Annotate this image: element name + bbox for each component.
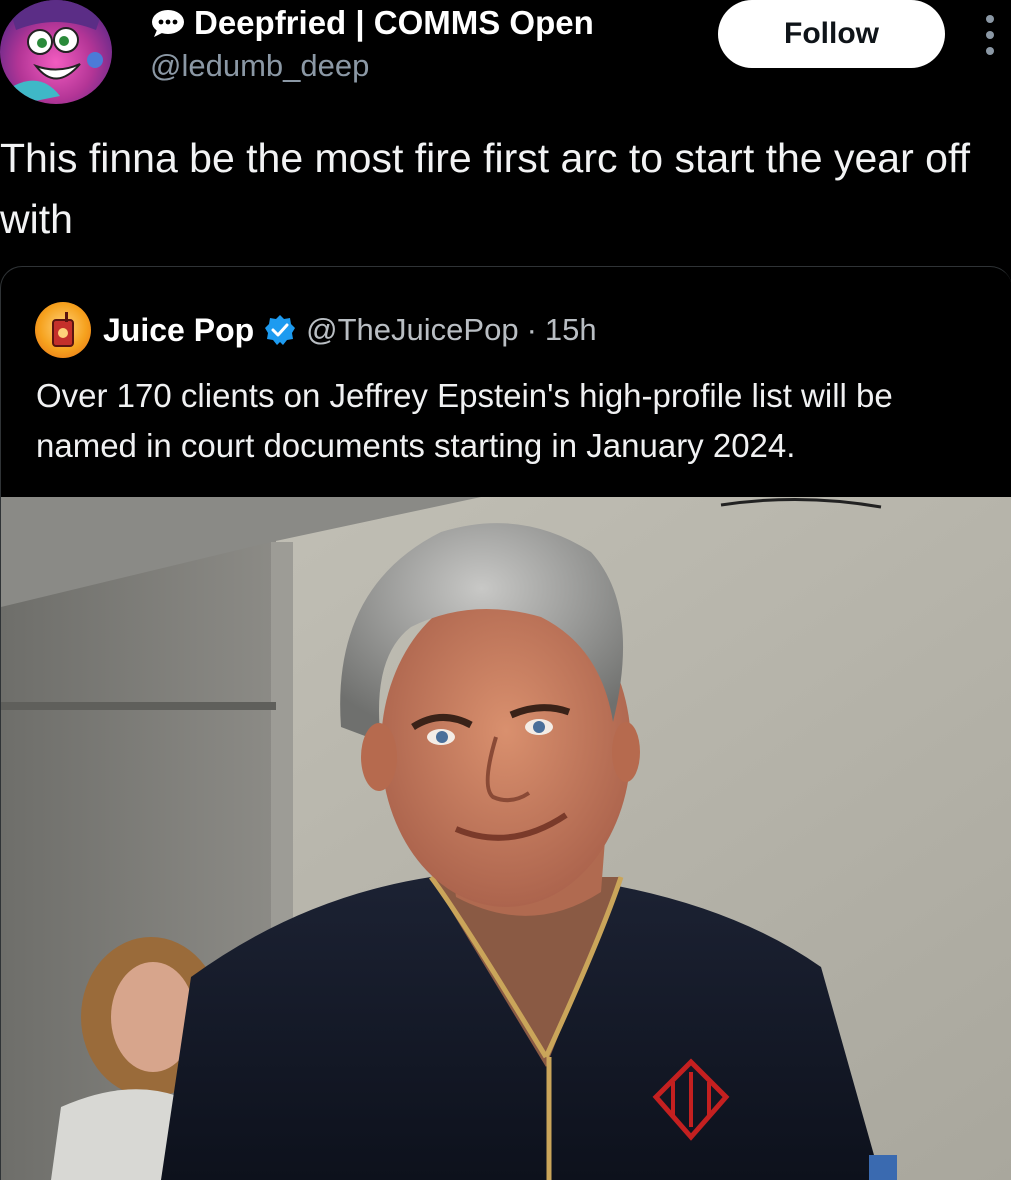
author-name-text: Deepfried | COMMS Open	[194, 4, 594, 41]
quoted-timestamp[interactable]: 15h	[545, 312, 597, 348]
author-avatar[interactable]	[0, 0, 112, 104]
quoted-author-handle[interactable]: @TheJuicePop	[306, 312, 518, 348]
separator-dot: ·	[526, 312, 537, 347]
author-handle[interactable]: @ledumb_deep	[150, 48, 369, 84]
speech-bubble-icon	[152, 10, 184, 37]
quoted-tweet-card[interactable]: Juice Pop @TheJuicePop · 15h Over 170 cl…	[0, 266, 1011, 1180]
quoted-tweet-text: Over 170 clients on Jeffrey Epstein's hi…	[36, 377, 893, 464]
quoted-tweet-photo[interactable]	[1, 497, 1011, 1180]
quoted-author-avatar[interactable]	[35, 302, 91, 358]
tweet-text: This finna be the most fire first arc to…	[0, 135, 970, 242]
cartoon-character-avatar-icon	[10, 0, 103, 104]
follow-button[interactable]: Follow	[718, 0, 945, 68]
juice-box-icon	[52, 312, 74, 347]
vertical-ellipsis-icon[interactable]	[978, 12, 1002, 58]
quoted-tweet-header: Juice Pop @TheJuicePop · 15h	[35, 302, 597, 358]
photo-illustration	[1, 497, 1011, 1180]
verified-badge-icon	[265, 315, 296, 345]
author-display-name[interactable]: Deepfried | COMMS Open	[150, 4, 594, 42]
tweet-header: Deepfried | COMMS Open @ledumb_deep Foll…	[0, 0, 1011, 110]
quoted-author-name[interactable]: Juice Pop	[103, 312, 254, 349]
